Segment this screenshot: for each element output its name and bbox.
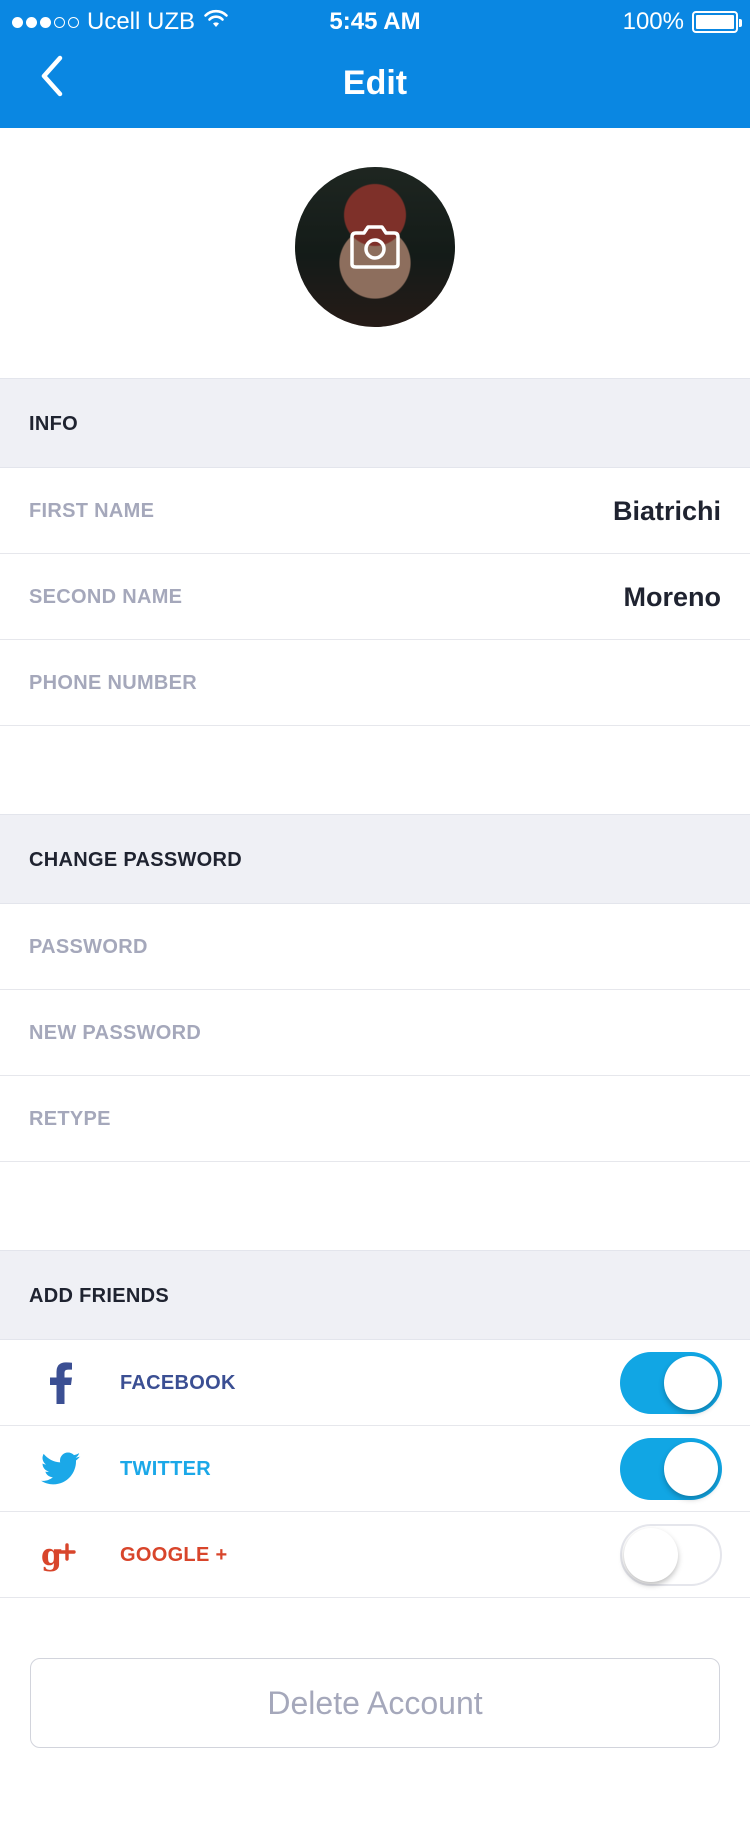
- section-info-header: INFO: [0, 378, 750, 468]
- password-field[interactable]: [220, 926, 721, 968]
- phone-label: PHONE NUMBER: [29, 672, 198, 694]
- phone-field[interactable]: [220, 662, 721, 704]
- google-plus-icon: g: [38, 1532, 84, 1578]
- new-password-field[interactable]: [220, 1012, 721, 1054]
- facebook-icon: [38, 1360, 84, 1406]
- svg-text:g: g: [41, 1538, 62, 1573]
- second-name-label: SECOND NAME: [29, 586, 183, 608]
- second-name-field[interactable]: Moreno: [624, 554, 722, 640]
- retype-password-row[interactable]: RETYPE: [0, 1076, 750, 1162]
- password-label: PASSWORD: [29, 936, 148, 958]
- retype-password-label: RETYPE: [29, 1108, 111, 1130]
- battery-icon: [692, 11, 742, 33]
- battery-fill: [696, 15, 734, 29]
- second-name-row[interactable]: SECOND NAME Moreno: [0, 554, 750, 640]
- google-plus-row: g GOOGLE +: [0, 1512, 750, 1598]
- first-name-field[interactable]: Biatrichi: [613, 468, 721, 554]
- first-name-row[interactable]: FIRST NAME Biatrichi: [0, 468, 750, 554]
- section-title: CHANGE PASSWORD: [29, 849, 243, 871]
- section-password-header: CHANGE PASSWORD: [0, 814, 750, 904]
- section-title: INFO: [29, 413, 78, 435]
- status-right: 100%: [622, 8, 742, 36]
- status-bar: Ucell UZB 5:45 AM 100%: [0, 0, 750, 40]
- delete-account-button[interactable]: Delete Account: [30, 1658, 720, 1748]
- new-password-label: NEW PASSWORD: [29, 1022, 202, 1044]
- header-bar: Ucell UZB 5:45 AM 100% Edit: [0, 0, 750, 128]
- google-plus-label: GOOGLE +: [120, 1544, 228, 1566]
- toggle-knob: [624, 1528, 678, 1582]
- battery-percent: 100%: [622, 8, 684, 35]
- twitter-label: TWITTER: [120, 1458, 211, 1480]
- google-plus-toggle[interactable]: [620, 1524, 722, 1586]
- password-row[interactable]: PASSWORD: [0, 904, 750, 990]
- page-title: Edit: [342, 64, 408, 102]
- section-friends-header: ADD FRIENDS: [0, 1250, 750, 1340]
- phone-row[interactable]: PHONE NUMBER: [0, 640, 750, 726]
- facebook-label: FACEBOOK: [120, 1372, 236, 1394]
- twitter-toggle[interactable]: [620, 1438, 722, 1500]
- toggle-knob: [664, 1356, 718, 1410]
- section-title: ADD FRIENDS: [29, 1285, 169, 1307]
- twitter-icon: [38, 1446, 84, 1492]
- twitter-row: TWITTER: [0, 1426, 750, 1512]
- toggle-knob: [664, 1442, 718, 1496]
- avatar-photo-button[interactable]: [295, 167, 455, 327]
- retype-password-field[interactable]: [220, 1098, 721, 1140]
- facebook-row: FACEBOOK: [0, 1340, 750, 1426]
- camera-icon: [347, 219, 403, 275]
- facebook-toggle[interactable]: [620, 1352, 722, 1414]
- first-name-label: FIRST NAME: [29, 500, 155, 522]
- new-password-row[interactable]: NEW PASSWORD: [0, 990, 750, 1076]
